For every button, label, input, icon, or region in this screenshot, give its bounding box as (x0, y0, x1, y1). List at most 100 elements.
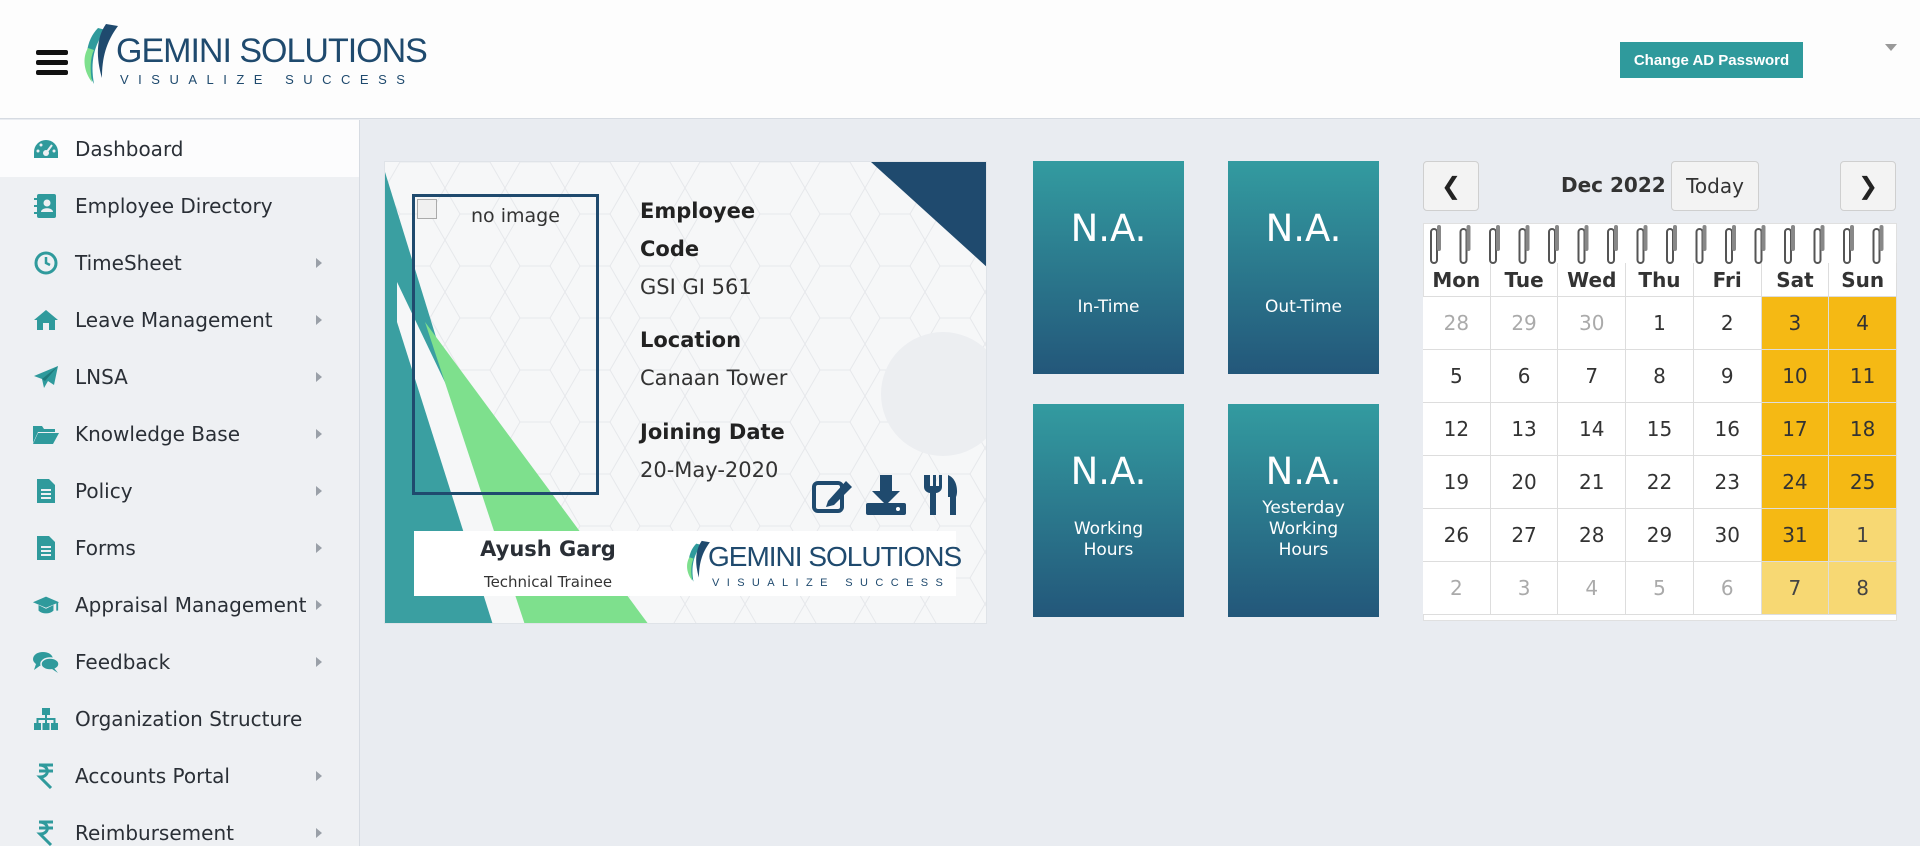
sidebar-item-reimbursement[interactable]: Reimbursement (0, 804, 359, 846)
chevron-right-icon[interactable] (316, 657, 322, 667)
out-time-tile: N.A. Out-Time (1228, 161, 1379, 374)
calendar-month-title: Dec 2022 (1561, 173, 1666, 197)
calendar-day-cell[interactable]: 17 (1761, 403, 1830, 456)
sidebar-item-dashboard[interactable]: Dashboard (0, 120, 359, 177)
calendar-day-cell[interactable]: 8 (1626, 350, 1694, 403)
sidebar-item-forms[interactable]: Forms (0, 519, 359, 576)
calendar-day-cell[interactable]: 10 (1761, 350, 1830, 403)
calendar-weekday-header: Thu (1626, 263, 1694, 297)
calendar-day-cell[interactable]: 11 (1829, 350, 1897, 403)
out-time-label: Out-Time (1265, 297, 1342, 317)
binder-ring (1872, 225, 1884, 264)
calendar-day-cell[interactable]: 20 (1490, 456, 1559, 509)
edit-icon[interactable] (809, 472, 855, 518)
calendar-day-cell[interactable]: 5 (1626, 562, 1694, 615)
calendar-day-cell[interactable]: 26 (1423, 509, 1491, 562)
binder-ring (1459, 225, 1471, 264)
calendar-day-cell[interactable]: 1 (1626, 297, 1694, 350)
sidebar-item-policy[interactable]: Policy (0, 462, 359, 519)
calendar-day-cell[interactable]: 27 (1490, 509, 1559, 562)
in-time-label: In-Time (1077, 297, 1140, 317)
folder-open-icon (32, 420, 60, 448)
chat-bubbles-icon (32, 648, 60, 676)
chevron-right-icon[interactable] (316, 828, 322, 838)
sidebar-item-organization-structure[interactable]: Organization Structure (0, 690, 359, 747)
calendar-day-cell[interactable]: 22 (1626, 456, 1694, 509)
user-menu-caret-icon[interactable] (1885, 44, 1897, 51)
calendar-day-cell[interactable]: 3 (1490, 562, 1559, 615)
sidebar-item-label: Appraisal Management (75, 592, 307, 617)
chevron-right-icon[interactable] (316, 315, 322, 325)
chevron-right-icon[interactable] (316, 543, 322, 553)
calendar-day-cell[interactable]: 7 (1761, 562, 1830, 615)
calendar-day-cell[interactable]: 24 (1761, 456, 1830, 509)
calendar-day-cell[interactable]: 4 (1558, 562, 1627, 615)
fork-knife-icon[interactable] (917, 472, 963, 518)
calendar-next-button[interactable]: ❯ (1840, 161, 1896, 211)
chevron-right-icon[interactable] (316, 429, 322, 439)
calendar-prev-button[interactable]: ❮ (1423, 161, 1479, 211)
calendar-day-cell[interactable]: 30 (1558, 297, 1627, 350)
calendar-day-cell[interactable]: 19 (1423, 456, 1491, 509)
calendar-day-cell[interactable]: 25 (1829, 456, 1897, 509)
calendar-day-cell[interactable]: 14 (1558, 403, 1627, 456)
calendar-today-button[interactable]: Today (1671, 161, 1759, 211)
calendar-day-cell[interactable]: 18 (1829, 403, 1897, 456)
sidebar-item-feedback[interactable]: Feedback (0, 633, 359, 690)
calendar-day-cell[interactable]: 21 (1558, 456, 1627, 509)
calendar-weekday-header: Mon (1423, 263, 1491, 297)
change-ad-password-button[interactable]: Change AD Password (1620, 42, 1803, 78)
chevron-right-icon[interactable] (316, 258, 322, 268)
sidebar-item-label: Knowledge Base (75, 421, 240, 446)
calendar-day-cell[interactable]: 8 (1829, 562, 1897, 615)
calendar-day-cell[interactable]: 30 (1693, 509, 1762, 562)
calendar-day-cell[interactable]: 2 (1423, 562, 1491, 615)
calendar-day-cell[interactable]: 3 (1761, 297, 1830, 350)
employee-code-label-line-2: Code (640, 237, 700, 261)
sidebar-item-accounts-portal[interactable]: Accounts Portal (0, 747, 359, 804)
calendar-day-cell[interactable]: 4 (1829, 297, 1897, 350)
calendar-day-cell[interactable]: 9 (1693, 350, 1762, 403)
working-hours-tile: N.A. Working Hours (1033, 404, 1184, 617)
calendar-widget: ❮ Dec 2022 Today ❯ Mon Tue Wed Thu Fri Sat Sun… (1423, 161, 1897, 621)
calendar-day-cell[interactable]: 1 (1829, 509, 1897, 562)
calendar-day-cell[interactable]: 29 (1626, 509, 1694, 562)
chevron-right-icon[interactable] (316, 771, 322, 781)
calendar-day-cell[interactable]: 12 (1423, 403, 1491, 456)
download-icon[interactable] (863, 472, 909, 518)
yesterday-hours-label-line-2: Working (1268, 519, 1339, 539)
chevron-right-icon[interactable] (316, 486, 322, 496)
calendar-day-cell[interactable]: 2 (1693, 297, 1762, 350)
company-logo[interactable]: GEMINI SOLUTIONS VISUALIZE SUCCESS (80, 22, 430, 92)
card-logo-brand-part-2: SOLUTIONS (808, 541, 962, 572)
sidebar-item-leave-management[interactable]: Leave Management (0, 291, 359, 348)
document-icon (32, 477, 60, 505)
calendar-grid: Mon Tue Wed Thu Fri Sat Sun 28 29 30 1 2 3 4 5 6 7 8 9 10 11… (1423, 263, 1897, 615)
binder-ring (1577, 225, 1589, 264)
sidebar-item-label: Employee Directory (75, 193, 273, 218)
calendar-day-cell[interactable]: 16 (1693, 403, 1762, 456)
rupee-icon (32, 819, 60, 846)
brand-tagline: VISUALIZE SUCCESS (120, 72, 415, 87)
chevron-right-icon[interactable] (316, 600, 322, 610)
sidebar-item-appraisal-management[interactable]: Appraisal Management (0, 576, 359, 633)
calendar-day-cell[interactable]: 29 (1490, 297, 1559, 350)
binder-ring (1430, 225, 1441, 264)
calendar-day-cell[interactable]: 31 (1761, 509, 1830, 562)
calendar-day-cell[interactable]: 28 (1423, 297, 1491, 350)
calendar-day-cell[interactable]: 23 (1693, 456, 1762, 509)
sidebar-item-lnsa[interactable]: LNSA (0, 348, 359, 405)
calendar-day-cell[interactable]: 5 (1423, 350, 1491, 403)
sidebar-item-employee-directory[interactable]: Employee Directory (0, 177, 359, 234)
hamburger-menu-icon[interactable] (36, 50, 68, 78)
sidebar-item-timesheet[interactable]: TimeSheet (0, 234, 359, 291)
calendar-day-cell[interactable]: 6 (1693, 562, 1762, 615)
sidebar-item-knowledge-base[interactable]: Knowledge Base (0, 405, 359, 462)
calendar-day-cell[interactable]: 28 (1558, 509, 1627, 562)
chevron-right-icon[interactable] (316, 372, 322, 382)
top-header: GEMINI SOLUTIONS VISUALIZE SUCCESS Chang… (0, 0, 1920, 119)
calendar-day-cell[interactable]: 6 (1490, 350, 1559, 403)
calendar-day-cell[interactable]: 7 (1558, 350, 1627, 403)
calendar-day-cell[interactable]: 15 (1626, 403, 1694, 456)
calendar-day-cell[interactable]: 13 (1490, 403, 1559, 456)
